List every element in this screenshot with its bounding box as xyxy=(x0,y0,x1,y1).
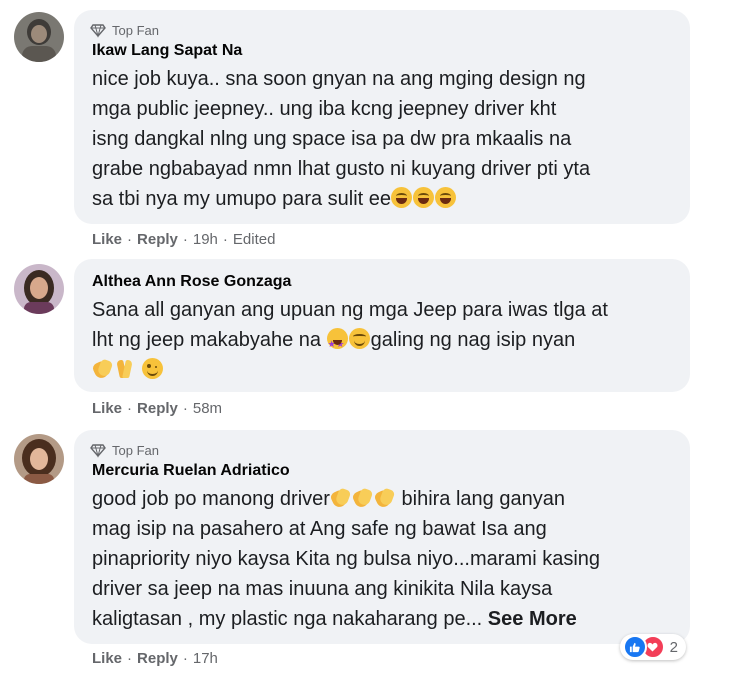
like-button[interactable]: Like xyxy=(92,650,122,667)
text-line: mag isip na pasahero at Ang safe ng bawa… xyxy=(92,518,547,540)
laughing-crying-emoji-icon xyxy=(435,187,457,208)
comment-actions: Like · Reply · 17h xyxy=(92,649,218,667)
author-name[interactable]: Ikaw Lang Sapat Na xyxy=(92,40,676,62)
clapping-hands-emoji-icon xyxy=(352,487,373,508)
text-line: good job po manong driver bihira lang ga… xyxy=(92,487,565,510)
see-more-link[interactable]: See More xyxy=(488,608,577,630)
comment-actions: Like · Reply · 58m xyxy=(92,399,223,417)
comment-text: Sana all ganyan ang upuan ng mga Jeep pa… xyxy=(92,295,676,385)
diamond-icon xyxy=(90,24,106,38)
top-fan-label: Top Fan xyxy=(112,22,159,38)
text-line xyxy=(92,355,676,385)
reaction-count: 2 xyxy=(669,638,678,656)
clapping-hands-emoji-icon xyxy=(330,487,351,508)
text-line: mga public jeepney.. ung iba kcng jeepne… xyxy=(92,98,557,120)
comment-bubble: Top Fan Mercuria Ruelan Adriatico good j… xyxy=(74,430,690,644)
smiling-emoji-icon xyxy=(348,328,370,349)
top-fan-label: Top Fan xyxy=(112,442,159,458)
author-name[interactable]: Mercuria Ruelan Adriatico xyxy=(92,460,676,482)
timestamp[interactable]: 58m xyxy=(193,400,222,417)
text-line: kaligtasan , my plastic nga nakaharang p… xyxy=(92,608,577,630)
edited-label: Edited xyxy=(232,230,276,248)
text-line: grabe ngbabayad nmn lhat gusto ni kuyang… xyxy=(92,158,591,180)
winking-emoji-icon xyxy=(141,358,163,379)
timestamp[interactable]: 17h xyxy=(193,650,218,667)
reaction-summary[interactable]: 2 xyxy=(619,634,686,660)
text-line: Sana all ganyan ang upuan ng mga Jeep pa… xyxy=(92,299,608,321)
comment-text: good job po manong driver bihira lang ga… xyxy=(92,484,676,634)
text-line: lht ng jeep makabyahe na galing ng nag i… xyxy=(92,325,676,359)
comment-text: nice job kuya.. sna soon gnyan na ang mg… xyxy=(92,64,676,214)
comment-bubble: Top Fan Ikaw Lang Sapat Na nice job kuya… xyxy=(74,10,690,224)
avatar[interactable] xyxy=(14,434,64,484)
comment-actions: Like · Reply · 19h · Edited xyxy=(92,230,276,248)
text-line: pinapriority niyo kaysa Kita ng bulsa ni… xyxy=(92,548,601,570)
laughing-crying-emoji-icon xyxy=(391,187,413,208)
text-line: isng dangkal nlng ung space isa pa dw pr… xyxy=(92,128,572,150)
laughing-crying-emoji-icon xyxy=(413,187,435,208)
timestamp[interactable]: 19h xyxy=(193,231,218,248)
top-fan-badge: Top Fan xyxy=(90,440,676,460)
reply-button[interactable]: Reply xyxy=(137,650,178,667)
avatar[interactable] xyxy=(14,12,64,62)
clapping-hands-emoji-icon xyxy=(92,358,113,379)
reply-button[interactable]: Reply xyxy=(137,231,178,248)
like-icon xyxy=(622,635,647,659)
author-name[interactable]: Althea Ann Rose Gonzaga xyxy=(92,271,676,293)
like-button[interactable]: Like xyxy=(92,231,122,248)
like-button[interactable]: Like xyxy=(92,400,122,417)
comment-bubble: Althea Ann Rose Gonzaga Sana all ganyan … xyxy=(74,259,690,392)
avatar[interactable] xyxy=(14,264,64,314)
folded-hands-emoji-icon xyxy=(114,358,135,379)
star-struck-emoji-icon xyxy=(326,328,348,359)
clapping-hands-emoji-icon xyxy=(374,487,395,508)
text-line: nice job kuya.. sna soon gnyan na ang mg… xyxy=(92,68,586,90)
top-fan-badge: Top Fan xyxy=(90,20,676,40)
diamond-icon xyxy=(90,444,106,458)
reply-button[interactable]: Reply xyxy=(137,400,178,417)
text-line: driver sa jeep na mas inuuna ang kinikit… xyxy=(92,578,553,600)
text-line: sa tbi nya my umupo para sulit ee xyxy=(92,184,676,214)
